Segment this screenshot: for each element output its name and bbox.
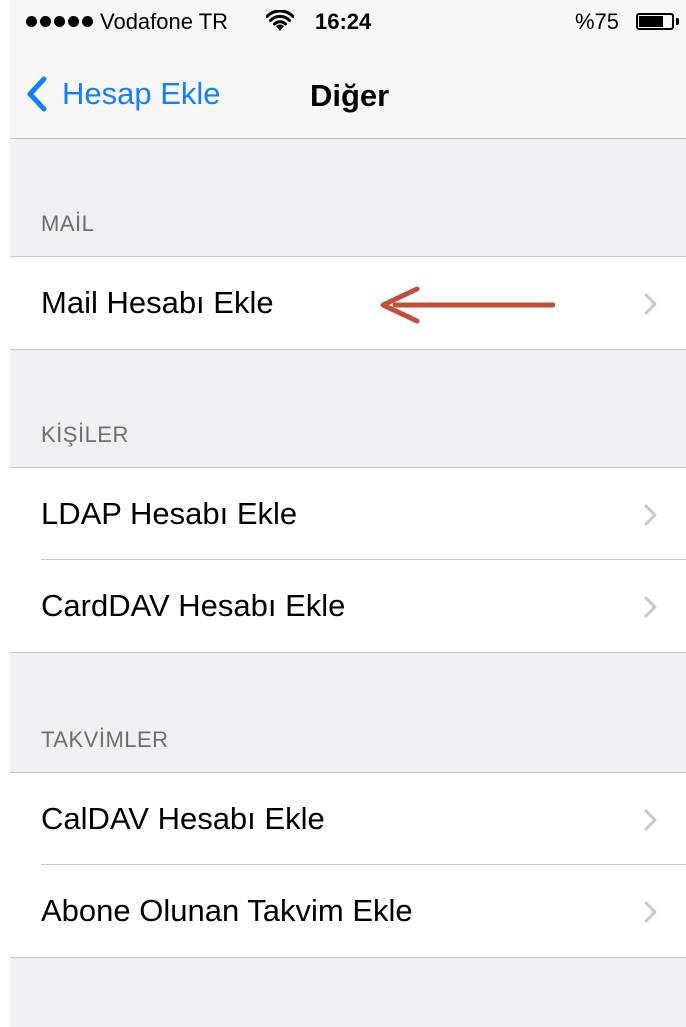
list-item-label: CardDAV Hesabı Ekle [41, 588, 346, 623]
list-item-label: Mail Hesabı Ekle [41, 285, 274, 320]
section-header-contacts: KİŞİLER [41, 422, 129, 447]
section-mail: Mail Hesabı Ekle [10, 256, 686, 350]
list-item-add-carddav-account[interactable]: CardDAV Hesabı Ekle [10, 559, 686, 652]
battery-icon [636, 13, 674, 30]
section-header-calendars: TAKVİMLER [41, 727, 169, 752]
section-contacts: LDAP Hesabı Ekle CardDAV Hesabı Ekle [10, 467, 686, 653]
battery-percentage: %75 [575, 9, 620, 34]
list-item-label: LDAP Hesabı Ekle [41, 496, 298, 531]
list-item-label: Abone Olunan Takvim Ekle [41, 893, 413, 928]
list-item-add-ldap-account[interactable]: LDAP Hesabı Ekle [10, 468, 686, 560]
list-item-add-mail-account[interactable]: Mail Hesabı Ekle [10, 257, 686, 349]
chevron-right-icon [644, 596, 657, 618]
list-item-add-subscribed-calendar[interactable]: Abone Olunan Takvim Ekle [10, 864, 686, 957]
back-button-label: Hesap Ekle [62, 76, 221, 111]
list-item-add-caldav-account[interactable]: CalDAV Hesabı Ekle [10, 773, 686, 865]
carrier-name: Vodafone TR [100, 9, 229, 34]
chevron-right-icon [644, 809, 657, 831]
chevron-right-icon [644, 901, 657, 923]
battery-fill [639, 16, 663, 27]
top-bar: Vodafone TR 16:24 %75 Hesap Ekle Diğer [10, 0, 686, 139]
wifi-icon [266, 10, 294, 31]
navigation-bar: Hesap Ekle Diğer [10, 44, 686, 138]
chevron-left-icon [27, 76, 47, 112]
chevron-right-icon [644, 293, 657, 315]
section-calendars: CalDAV Hesabı Ekle Abone Olunan Takvim E… [10, 772, 686, 958]
page-title: Diğer [310, 78, 390, 113]
list-item-label: CalDAV Hesabı Ekle [41, 801, 325, 836]
annotation-arrow-icon [380, 286, 555, 324]
chevron-right-icon [644, 504, 657, 526]
back-button[interactable]: Hesap Ekle [24, 72, 221, 116]
settings-screen: Vodafone TR 16:24 %75 Hesap Ekle Diğer M… [10, 0, 686, 1027]
clock-time: 16:24 [315, 9, 372, 34]
section-header-mail: MAİL [41, 211, 95, 236]
battery-tip [676, 18, 679, 25]
signal-strength-icon [26, 16, 93, 27]
status-bar: Vodafone TR 16:24 %75 [10, 0, 686, 44]
